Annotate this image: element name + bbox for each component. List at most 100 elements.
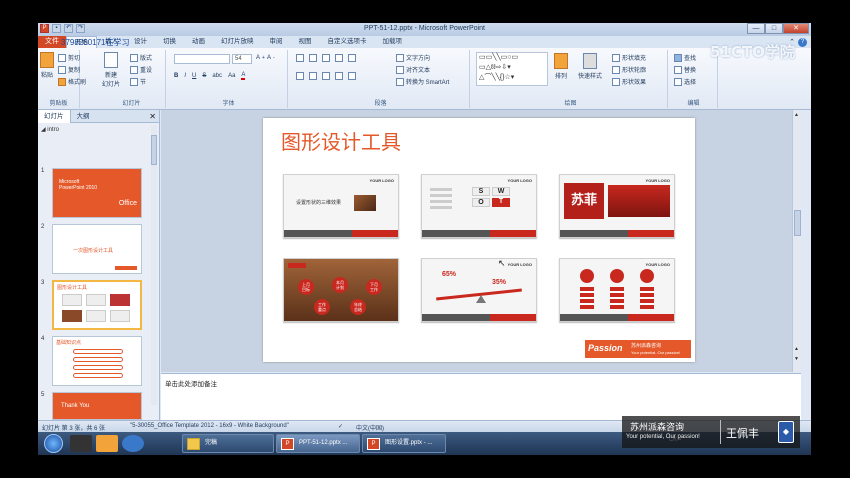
tab-custom[interactable]: 自定义选项卡	[320, 36, 375, 48]
shapes-gallery[interactable]: ▭▭╲╲▭○▭ ▭△ℓℓ⇨⇩▾ △⌒╲╲{}☆▾	[476, 52, 548, 86]
shape-outline-button[interactable]: 形状轮廓	[612, 65, 646, 74]
underline-button[interactable]: U	[192, 73, 196, 79]
outlook-icon[interactable]	[96, 435, 118, 452]
slide-scrollbar[interactable]: ▲ ▲ ▼	[792, 110, 801, 372]
columns-icon[interactable]	[348, 72, 356, 80]
minimize-button[interactable]: —	[747, 23, 765, 34]
arrange-button[interactable]: 排列	[554, 53, 568, 80]
taskbar-item-ppt-51-12[interactable]: P PPT-51-12.pptx ...	[276, 434, 360, 453]
binoculars-icon	[674, 53, 682, 62]
align-left-icon[interactable]	[296, 72, 304, 80]
tab-transitions[interactable]: 切换	[155, 36, 184, 48]
slide-card-3d-effect[interactable]: YOUR LOGO 设置形状的三维效果	[283, 174, 399, 238]
layout-button[interactable]: 版式	[130, 53, 152, 62]
select-button[interactable]: 选择	[674, 77, 696, 86]
slide-thumbnail-2[interactable]: 一次图形设计工具	[52, 224, 142, 274]
decrease-indent-icon[interactable]	[322, 54, 330, 62]
slide-thumbnail-5[interactable]: Thank You	[52, 392, 142, 420]
smartart-button[interactable]: 转换为 SmartArt	[396, 77, 449, 86]
char-spacing-icon[interactable]: abc	[212, 73, 222, 79]
maximize-button[interactable]: □	[765, 23, 783, 34]
slide-card-balance[interactable]: YOUR LOGO 65% 35%	[421, 258, 537, 322]
bullets-icon[interactable]	[296, 54, 304, 62]
tab-design[interactable]: 设计	[126, 36, 155, 48]
brush-icon	[58, 77, 66, 86]
editing-group-label: 编辑	[687, 101, 700, 107]
section-header[interactable]: ◢ intro	[41, 126, 59, 133]
numbering-icon[interactable]	[309, 54, 317, 62]
slide-counter: 幻灯片 第 3 张，共 6 张	[42, 426, 106, 432]
slide-card-text-effect[interactable]: YOUR LOGO 苏菲	[559, 174, 675, 238]
current-slide[interactable]: 图形设计工具 YOUR LOGO 设置形状的三维效果 YOUR LOGO S W…	[263, 118, 695, 362]
cut-button[interactable]: 剪切	[58, 53, 80, 62]
taskbar-item-ppt-graphics[interactable]: P 图形设置.pptx - ...	[362, 434, 446, 453]
font-size-combo[interactable]: 54	[232, 54, 252, 64]
italic-button[interactable]: I	[184, 73, 186, 79]
reset-button[interactable]: 重设	[130, 65, 152, 74]
tab-slides[interactable]: 幻灯片	[38, 109, 71, 123]
font-name-combo[interactable]	[174, 54, 230, 64]
strikethrough-button[interactable]: S	[202, 73, 206, 79]
close-button[interactable]: ✕	[783, 23, 809, 34]
new-slide-button[interactable]: 新建 幻灯片	[102, 52, 120, 88]
media-player-icon[interactable]	[70, 435, 92, 452]
shape-fill-button[interactable]: 形状填充	[612, 53, 646, 62]
help-icon[interactable]: ?	[798, 37, 807, 47]
thumbnail-title: Microsoft PowerPoint 2010	[59, 179, 98, 191]
line-spacing-icon[interactable]	[348, 54, 356, 62]
slide-thumbnail-4[interactable]: 基础知识点	[52, 336, 142, 386]
tab-outline[interactable]: 大纲	[71, 110, 96, 123]
next-slide-icon[interactable]: ▼	[794, 356, 799, 362]
thumbnails-scrollbar[interactable]	[151, 125, 157, 405]
shape-effects-button[interactable]: 形状效果	[612, 77, 646, 86]
slide-thumbnail-1[interactable]: Microsoft PowerPoint 2010 Office	[52, 168, 142, 218]
scroll-up-icon[interactable]: ▲	[794, 112, 799, 118]
slide-editor: 图形设计工具 YOUR LOGO 设置形状的三维效果 YOUR LOGO S W…	[161, 110, 801, 372]
scissors-icon	[58, 53, 66, 62]
language-indicator[interactable]: 中文(中国)	[356, 423, 384, 432]
ie-icon[interactable]	[122, 435, 144, 452]
increase-indent-icon[interactable]	[335, 54, 343, 62]
balance-pivot	[476, 295, 486, 303]
align-center-icon[interactable]	[309, 72, 317, 80]
section-button[interactable]: 节	[130, 77, 146, 86]
taskbar-item-folder[interactable]: 完稿	[182, 434, 274, 453]
change-case-icon[interactable]: Aa	[228, 73, 235, 79]
slide-card-swot[interactable]: YOUR LOGO S W O T	[421, 174, 537, 238]
layout-icon	[130, 53, 138, 62]
prev-slide-icon[interactable]: ▲	[794, 346, 799, 352]
theme-name[interactable]: "5-30055_Office Template 2012 - 16x9 - W…	[130, 423, 289, 429]
section-icon	[130, 77, 138, 86]
paste-button[interactable]: 粘贴	[40, 52, 54, 79]
tab-addins[interactable]: 加载项	[375, 36, 411, 48]
spell-check-icon[interactable]: ✓	[338, 423, 343, 430]
start-button[interactable]	[44, 434, 63, 453]
tab-slideshow[interactable]: 幻灯片放映	[213, 36, 262, 48]
slide-card-wood-circles[interactable]: 上月 目标 本月 计划 下月 工作 工作 重点 年终 总结	[283, 258, 399, 322]
replace-button[interactable]: 替换	[674, 65, 696, 74]
slide-card-process[interactable]: YOUR LOGO	[559, 258, 675, 322]
text-direction-button[interactable]: 文字方向	[396, 53, 430, 62]
close-pane-icon[interactable]: ✕	[149, 112, 159, 121]
slide-thumbnail-3[interactable]: 图形设计工具	[52, 280, 142, 330]
notes-pane[interactable]: 单击此处添加备注	[161, 373, 801, 420]
slide-title[interactable]: 图形设计工具	[281, 126, 401, 155]
reset-icon	[130, 65, 138, 74]
grow-font-icon[interactable]: A + A-	[256, 55, 275, 61]
bold-button[interactable]: B	[174, 73, 178, 79]
align-text-button[interactable]: 对齐文本	[396, 65, 430, 74]
mouse-cursor-icon: ↖	[498, 258, 506, 268]
find-button[interactable]: 查找	[674, 53, 696, 62]
tab-view[interactable]: 视图	[291, 36, 320, 48]
drawing-group: ▭▭╲╲▭○▭ ▭△ℓℓ⇨⇩▾ △⌒╲╲{}☆▾ 排列 快速样式 形状填充 形状轮廓…	[474, 50, 668, 108]
justify-icon[interactable]	[335, 72, 343, 80]
tab-review[interactable]: 审阅	[262, 36, 291, 48]
copy-button[interactable]: 复制	[58, 65, 80, 74]
align-right-icon[interactable]	[322, 72, 330, 80]
font-color-icon[interactable]: A	[241, 72, 246, 80]
tab-animations[interactable]: 动画	[184, 36, 213, 48]
smartart-icon	[396, 77, 404, 86]
card-caption-bar	[560, 314, 674, 321]
quick-styles-button[interactable]: 快速样式	[578, 53, 602, 80]
format-painter-button[interactable]: 格式刷	[58, 77, 86, 86]
